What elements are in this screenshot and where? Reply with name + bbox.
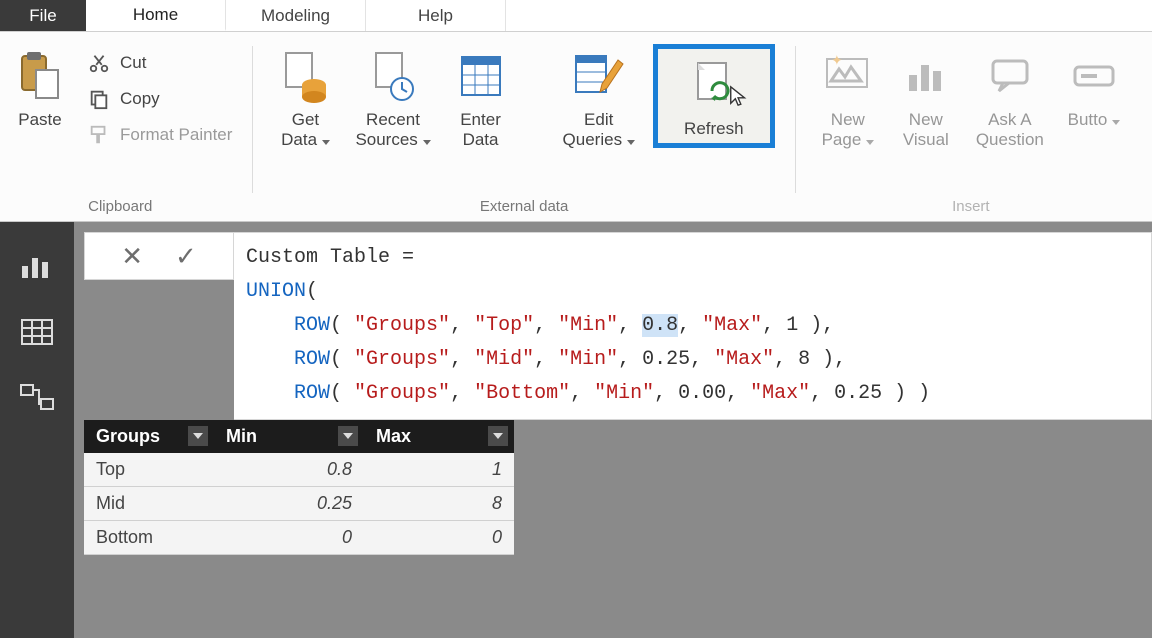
ribbon: Paste Cut Copy: [0, 32, 1152, 222]
cell-group: Bottom: [84, 521, 214, 555]
canvas: ✕ ✓ Custom Table = UNION( ROW( "Groups",…: [74, 222, 1152, 638]
tab-file[interactable]: File: [0, 0, 86, 31]
copy-icon: [86, 86, 112, 112]
recent-sources-icon: [365, 48, 421, 104]
paste-icon: [12, 48, 68, 104]
cut-label: Cut: [120, 53, 146, 73]
work-area: ✕ ✓ Custom Table = UNION( ROW( "Groups",…: [0, 222, 1152, 638]
new-visual-icon: [898, 48, 954, 104]
recent-sources-label: RecentSources: [355, 110, 430, 149]
enter-data-button[interactable]: EnterData: [449, 44, 513, 149]
commit-formula-button[interactable]: ✓: [175, 241, 197, 272]
cell-min: 0.8: [214, 453, 364, 487]
ribbon-group-clipboard: Paste Cut Copy: [8, 36, 232, 221]
chevron-down-icon: [866, 140, 874, 145]
formula-bar: ✕ ✓ Custom Table = UNION( ROW( "Groups",…: [84, 232, 1152, 420]
format-painter-label: Format Painter: [120, 125, 232, 145]
get-data-button[interactable]: GetData: [273, 44, 337, 149]
chevron-down-icon: [627, 140, 635, 145]
data-view-button[interactable]: [15, 314, 59, 350]
col-header-groups[interactable]: Groups: [84, 420, 214, 453]
clipboard-group-label: Clipboard: [8, 194, 232, 221]
col-header-min[interactable]: Min: [214, 420, 364, 453]
col-header-max[interactable]: Max: [364, 420, 514, 453]
separator: [252, 46, 253, 193]
new-page-icon: ✦: [820, 48, 876, 104]
cut-button[interactable]: Cut: [86, 48, 232, 78]
refresh-highlight: Refresh: [653, 44, 775, 148]
paste-button[interactable]: Paste: [8, 44, 72, 130]
menu-tabs: File Home Modeling Help: [0, 0, 1152, 32]
cell-min: 0: [214, 521, 364, 555]
paintbrush-icon: [86, 122, 112, 148]
edit-queries-icon: [571, 48, 627, 104]
enter-data-label: EnterData: [460, 110, 501, 149]
cell-group: Top: [84, 453, 214, 487]
enter-data-icon: [453, 48, 509, 104]
copy-label: Copy: [120, 89, 160, 109]
refresh-button[interactable]: Refresh: [664, 53, 764, 139]
ask-question-label: Ask AQuestion: [976, 110, 1044, 149]
ribbon-group-insert: ✦ NewPage NewVisual Ask AQuestion: [816, 36, 1126, 221]
filter-icon[interactable]: [188, 426, 208, 446]
cell-max: 1: [364, 453, 514, 487]
chevron-down-icon: [322, 140, 330, 145]
formula-editor[interactable]: Custom Table = UNION( ROW( "Groups", "To…: [234, 232, 1152, 420]
recent-sources-button[interactable]: RecentSources: [351, 44, 434, 149]
refresh-icon: [686, 57, 742, 113]
get-data-label: GetData: [281, 110, 330, 149]
cancel-formula-button[interactable]: ✕: [121, 241, 143, 272]
new-page-label: NewPage: [822, 110, 874, 149]
edit-queries-button[interactable]: EditQueries: [559, 44, 639, 149]
refresh-label: Refresh: [684, 119, 744, 139]
cell-max: 8: [364, 487, 514, 521]
cell-min: 0.25: [214, 487, 364, 521]
separator: [795, 46, 796, 193]
model-view-button[interactable]: [15, 380, 59, 416]
tab-help[interactable]: Help: [366, 0, 506, 31]
report-view-button[interactable]: [15, 248, 59, 284]
data-table: Groups Min Max Top0.81Mid0.258Bottom00: [84, 420, 514, 555]
filter-icon[interactable]: [338, 426, 358, 446]
paste-label: Paste: [18, 110, 61, 130]
insert-group-label: Insert: [816, 194, 1126, 221]
external-data-group-label: External data: [273, 194, 774, 221]
copy-button[interactable]: Copy: [86, 84, 232, 114]
cursor-icon: [728, 85, 750, 107]
new-visual-label: NewVisual: [903, 110, 949, 149]
chevron-down-icon: [1112, 120, 1120, 125]
scissors-icon: [86, 50, 112, 76]
svg-text:✦: ✦: [831, 52, 843, 68]
new-visual-button[interactable]: NewVisual: [894, 44, 958, 149]
buttons-label: Butto: [1068, 110, 1120, 130]
table-row[interactable]: Bottom00: [84, 521, 514, 555]
ask-question-button[interactable]: Ask AQuestion: [972, 44, 1048, 149]
get-data-icon: [277, 48, 333, 104]
edit-queries-label: EditQueries: [563, 110, 635, 149]
tab-modeling[interactable]: Modeling: [226, 0, 366, 31]
table-row[interactable]: Mid0.258: [84, 487, 514, 521]
buttons-icon: [1066, 48, 1122, 104]
formula-controls: ✕ ✓: [84, 232, 234, 280]
ribbon-group-external-data: GetData RecentSources EnterData EditQu: [273, 36, 774, 221]
cell-max: 0: [364, 521, 514, 555]
table-row[interactable]: Top0.81: [84, 453, 514, 487]
filter-icon[interactable]: [488, 426, 508, 446]
cell-group: Mid: [84, 487, 214, 521]
new-page-button[interactable]: ✦ NewPage: [816, 44, 880, 149]
ask-question-icon: [982, 48, 1038, 104]
chevron-down-icon: [423, 140, 431, 145]
tab-home[interactable]: Home: [86, 0, 226, 31]
format-painter-button[interactable]: Format Painter: [86, 120, 232, 150]
buttons-button[interactable]: Butto: [1062, 44, 1126, 130]
view-switcher: [0, 222, 74, 638]
